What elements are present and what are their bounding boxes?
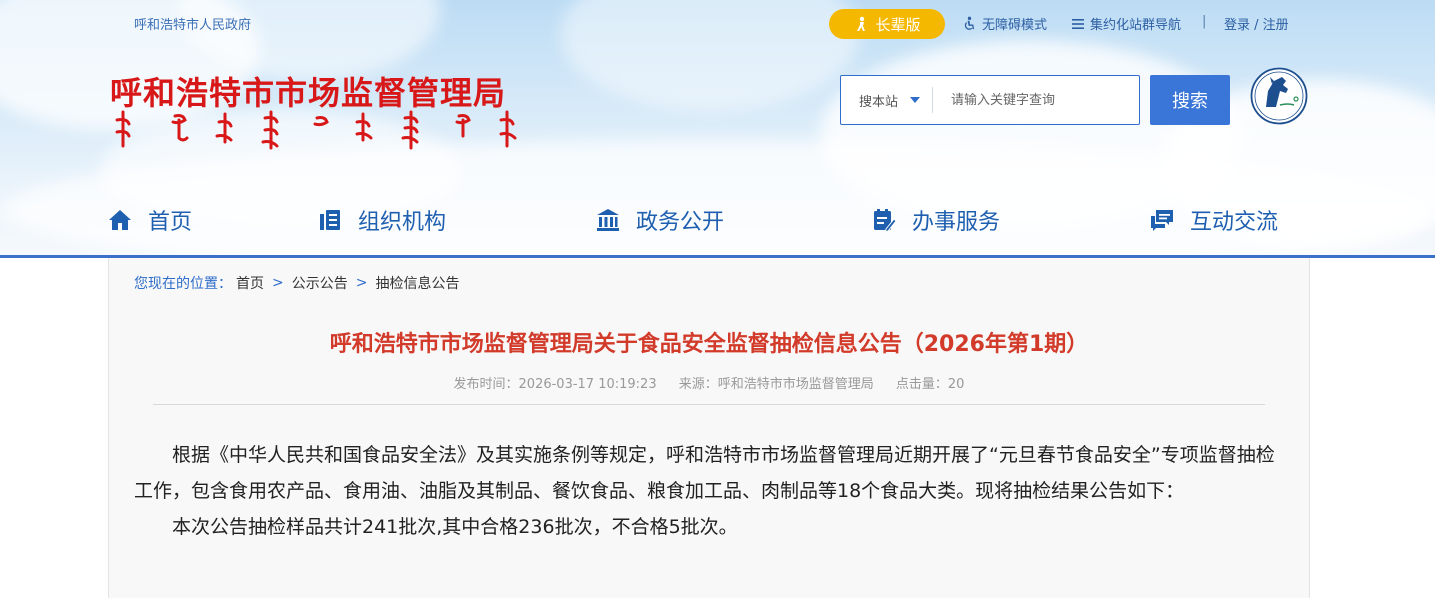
- search-box: 搜本站: [840, 75, 1140, 125]
- gov-link[interactable]: 呼和浩特市人民政府: [134, 14, 251, 33]
- nav-label: 互动交流: [1190, 210, 1279, 235]
- article-source: 来源：呼和浩特市市场监督管理局: [678, 377, 874, 392]
- list-icon: [1072, 18, 1084, 29]
- org-icon: [320, 210, 340, 230]
- article-title: 呼和浩特市市场监督管理局关于食品安全监督抽检信息公告（2026年第1期）: [329, 332, 1089, 357]
- government-icon: [597, 209, 619, 231]
- horse-emblem-logo: [1250, 67, 1308, 125]
- nav-item-organization[interactable]: 组织机构: [318, 196, 446, 244]
- search-input[interactable]: [949, 91, 1124, 109]
- article-meta: 发布时间：2026-03-17 10:19:23 来源：呼和浩特市市场监督管理局…: [108, 373, 1310, 392]
- home-icon: [109, 210, 131, 230]
- mongolian-script-logo: [115, 110, 517, 150]
- search-scope-label: 搜本站: [859, 94, 899, 110]
- site-nav-label: 集约化站群导航: [1090, 18, 1182, 33]
- title-divider: [153, 404, 1265, 405]
- nav-item-government[interactable]: 政务公开: [596, 196, 724, 244]
- breadcrumb-label: 您现在的位置：: [134, 276, 232, 292]
- search-button[interactable]: 搜索: [1150, 75, 1230, 125]
- nav-item-service[interactable]: 办事服务: [872, 196, 1000, 244]
- top-divider: |: [1202, 14, 1207, 29]
- breadcrumb-announcements[interactable]: 公示公告: [292, 273, 348, 293]
- content-panel: [108, 258, 1310, 598]
- breadcrumb-home[interactable]: 首页: [236, 273, 264, 293]
- publish-time: 发布时间：2026-03-17 10:19:23: [453, 377, 657, 392]
- login-link[interactable]: 登录 / 注册: [1224, 14, 1289, 33]
- nav-label: 政务公开: [636, 210, 725, 235]
- nav-label: 办事服务: [912, 210, 1001, 235]
- chat-icon: [1151, 210, 1173, 231]
- nav-label: 组织机构: [358, 210, 447, 235]
- article-body: 根据《中华人民共和国食品安全法》及其实施条例等规定，呼和浩特市市场监督管理局近期…: [134, 437, 1286, 545]
- nav-label: 首页: [148, 210, 193, 235]
- breadcrumb-separator: >: [355, 275, 368, 291]
- main-nav: 首页 组织机构 政务公开 办事服务 互动交流: [0, 196, 1435, 244]
- accessibility-icon: [964, 16, 975, 30]
- nav-item-home[interactable]: 首页: [108, 196, 192, 244]
- breadcrumb-separator: >: [272, 275, 284, 291]
- caret-down-icon: [910, 97, 921, 103]
- view-count: 点击量：20: [895, 377, 965, 392]
- elder-icon: [857, 16, 866, 31]
- service-icon: [874, 209, 896, 232]
- article-paragraph: 本次公告抽检样品共计241批次,其中合格236批次，不合格5批次。: [172, 516, 738, 538]
- accessibility-link[interactable]: 无障碍模式: [962, 14, 1047, 33]
- breadcrumb: 您现在的位置： 首页 > 公示公告 > 抽检信息公告: [134, 273, 459, 293]
- elder-mode-button[interactable]: 长辈版: [829, 9, 945, 39]
- site-nav-link[interactable]: 集约化站群导航: [1071, 14, 1181, 33]
- elder-mode-label: 长辈版: [875, 15, 921, 34]
- accessibility-label: 无障碍模式: [982, 18, 1048, 33]
- article-paragraph: 根据《中华人民共和国食品安全法》及其实施条例等规定，呼和浩特市市场监督管理局近期…: [134, 444, 1275, 502]
- nav-item-interaction[interactable]: 互动交流: [1150, 196, 1278, 244]
- breadcrumb-inspection[interactable]: 抽检信息公告: [375, 273, 459, 293]
- search-scope-select[interactable]: 搜本站: [841, 87, 934, 113]
